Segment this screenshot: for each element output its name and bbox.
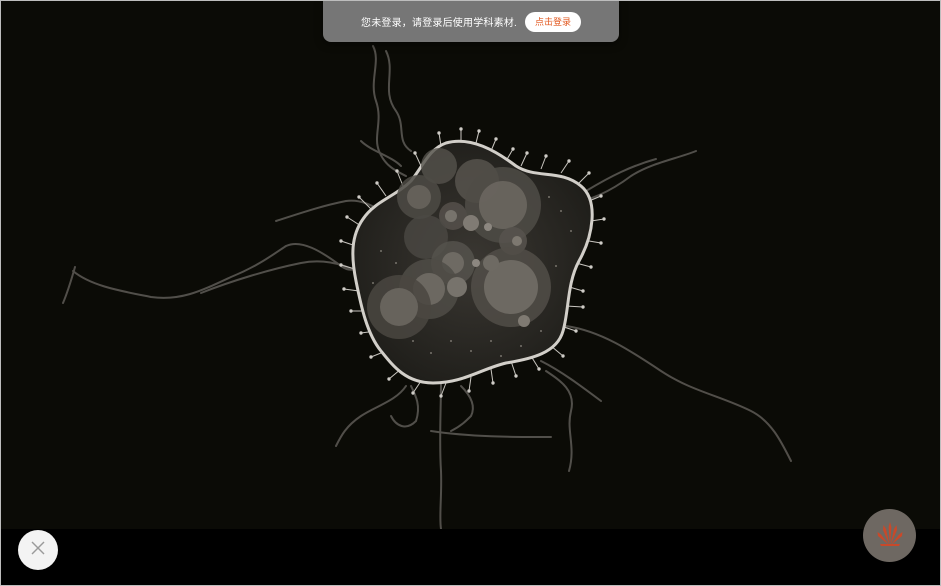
brand-button[interactable] (863, 509, 916, 562)
close-button[interactable] (18, 530, 58, 570)
visualization-canvas[interactable] (1, 1, 940, 529)
cell-illustration (62, 45, 792, 529)
bottom-bar (1, 529, 940, 585)
login-notice-message: 您未登录，请登录后使用学科素材. (361, 18, 517, 29)
viewer-window: 您未登录，请登录后使用学科素材. 点击登录 (0, 0, 941, 586)
brand-logo-icon (875, 519, 905, 552)
login-notice: 您未登录，请登录后使用学科素材. 点击登录 (323, 1, 619, 42)
close-icon (30, 540, 46, 561)
login-button[interactable]: 点击登录 (524, 11, 581, 32)
